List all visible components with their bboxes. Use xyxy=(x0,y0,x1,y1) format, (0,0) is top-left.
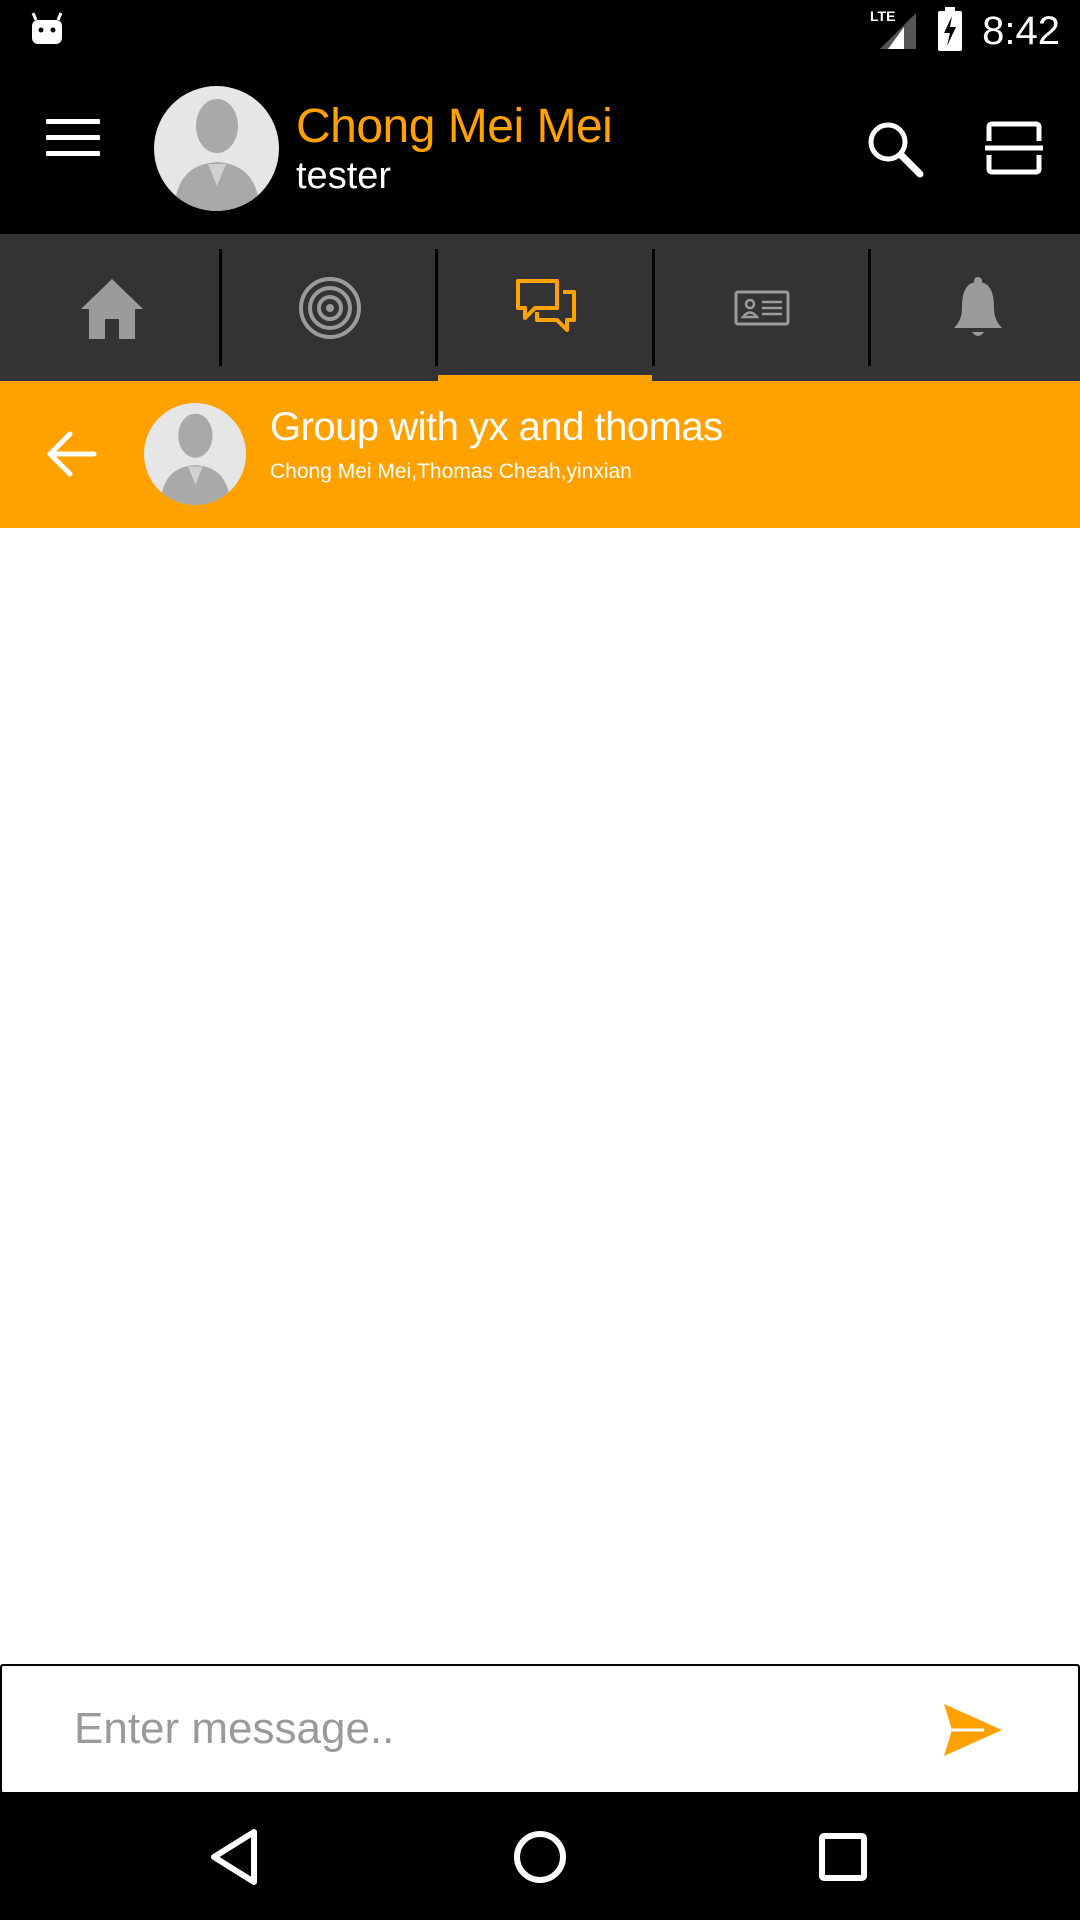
radar-icon xyxy=(299,276,361,339)
scan-icon[interactable] xyxy=(985,121,1043,175)
contact-card-icon xyxy=(734,290,790,325)
tab-notifications[interactable] xyxy=(870,234,1080,381)
lte-signal-icon: LTE xyxy=(870,7,918,56)
tab-chat[interactable] xyxy=(438,234,654,381)
chat-members: Chong Mei Mei,Thomas Cheah,yinxian xyxy=(270,460,632,483)
user-avatar[interactable] xyxy=(154,86,279,211)
system-nav-bar xyxy=(0,1792,1080,1920)
user-role: tester xyxy=(296,155,392,197)
home-icon xyxy=(81,278,143,339)
bell-icon xyxy=(954,276,1002,336)
message-composer xyxy=(0,1664,1080,1794)
nav-recents-icon[interactable] xyxy=(808,1822,878,1892)
person-silhouette-icon xyxy=(174,99,260,211)
battery-charging-icon xyxy=(936,7,964,56)
network-label: LTE xyxy=(870,8,895,24)
nav-back-icon[interactable] xyxy=(200,1822,270,1892)
android-notification-icon xyxy=(30,12,64,51)
chat-icon xyxy=(516,278,576,332)
status-bar: LTE 8:42 xyxy=(0,0,1080,63)
user-name: Chong Mei Mei xyxy=(296,100,613,153)
menu-icon[interactable] xyxy=(46,119,100,159)
tab-contacts[interactable] xyxy=(654,234,870,381)
group-avatar[interactable] xyxy=(144,403,246,505)
message-list[interactable] xyxy=(0,528,1080,1664)
search-icon[interactable] xyxy=(865,119,925,179)
back-arrow-icon[interactable] xyxy=(44,429,98,479)
chat-header: Group with yx and thomas Chong Mei Mei,T… xyxy=(0,381,1080,528)
nav-home-icon[interactable] xyxy=(505,1822,575,1892)
message-input[interactable] xyxy=(72,1688,896,1770)
tab-bar xyxy=(0,234,1080,381)
chat-title[interactable]: Group with yx and thomas xyxy=(270,405,723,450)
status-time: 8:42 xyxy=(982,9,1060,53)
app-header: Chong Mei Mei tester xyxy=(0,63,1080,234)
tab-home[interactable] xyxy=(4,234,220,381)
send-icon[interactable] xyxy=(942,1702,1004,1758)
person-silhouette-icon xyxy=(160,413,231,505)
tab-radar[interactable] xyxy=(222,234,438,381)
